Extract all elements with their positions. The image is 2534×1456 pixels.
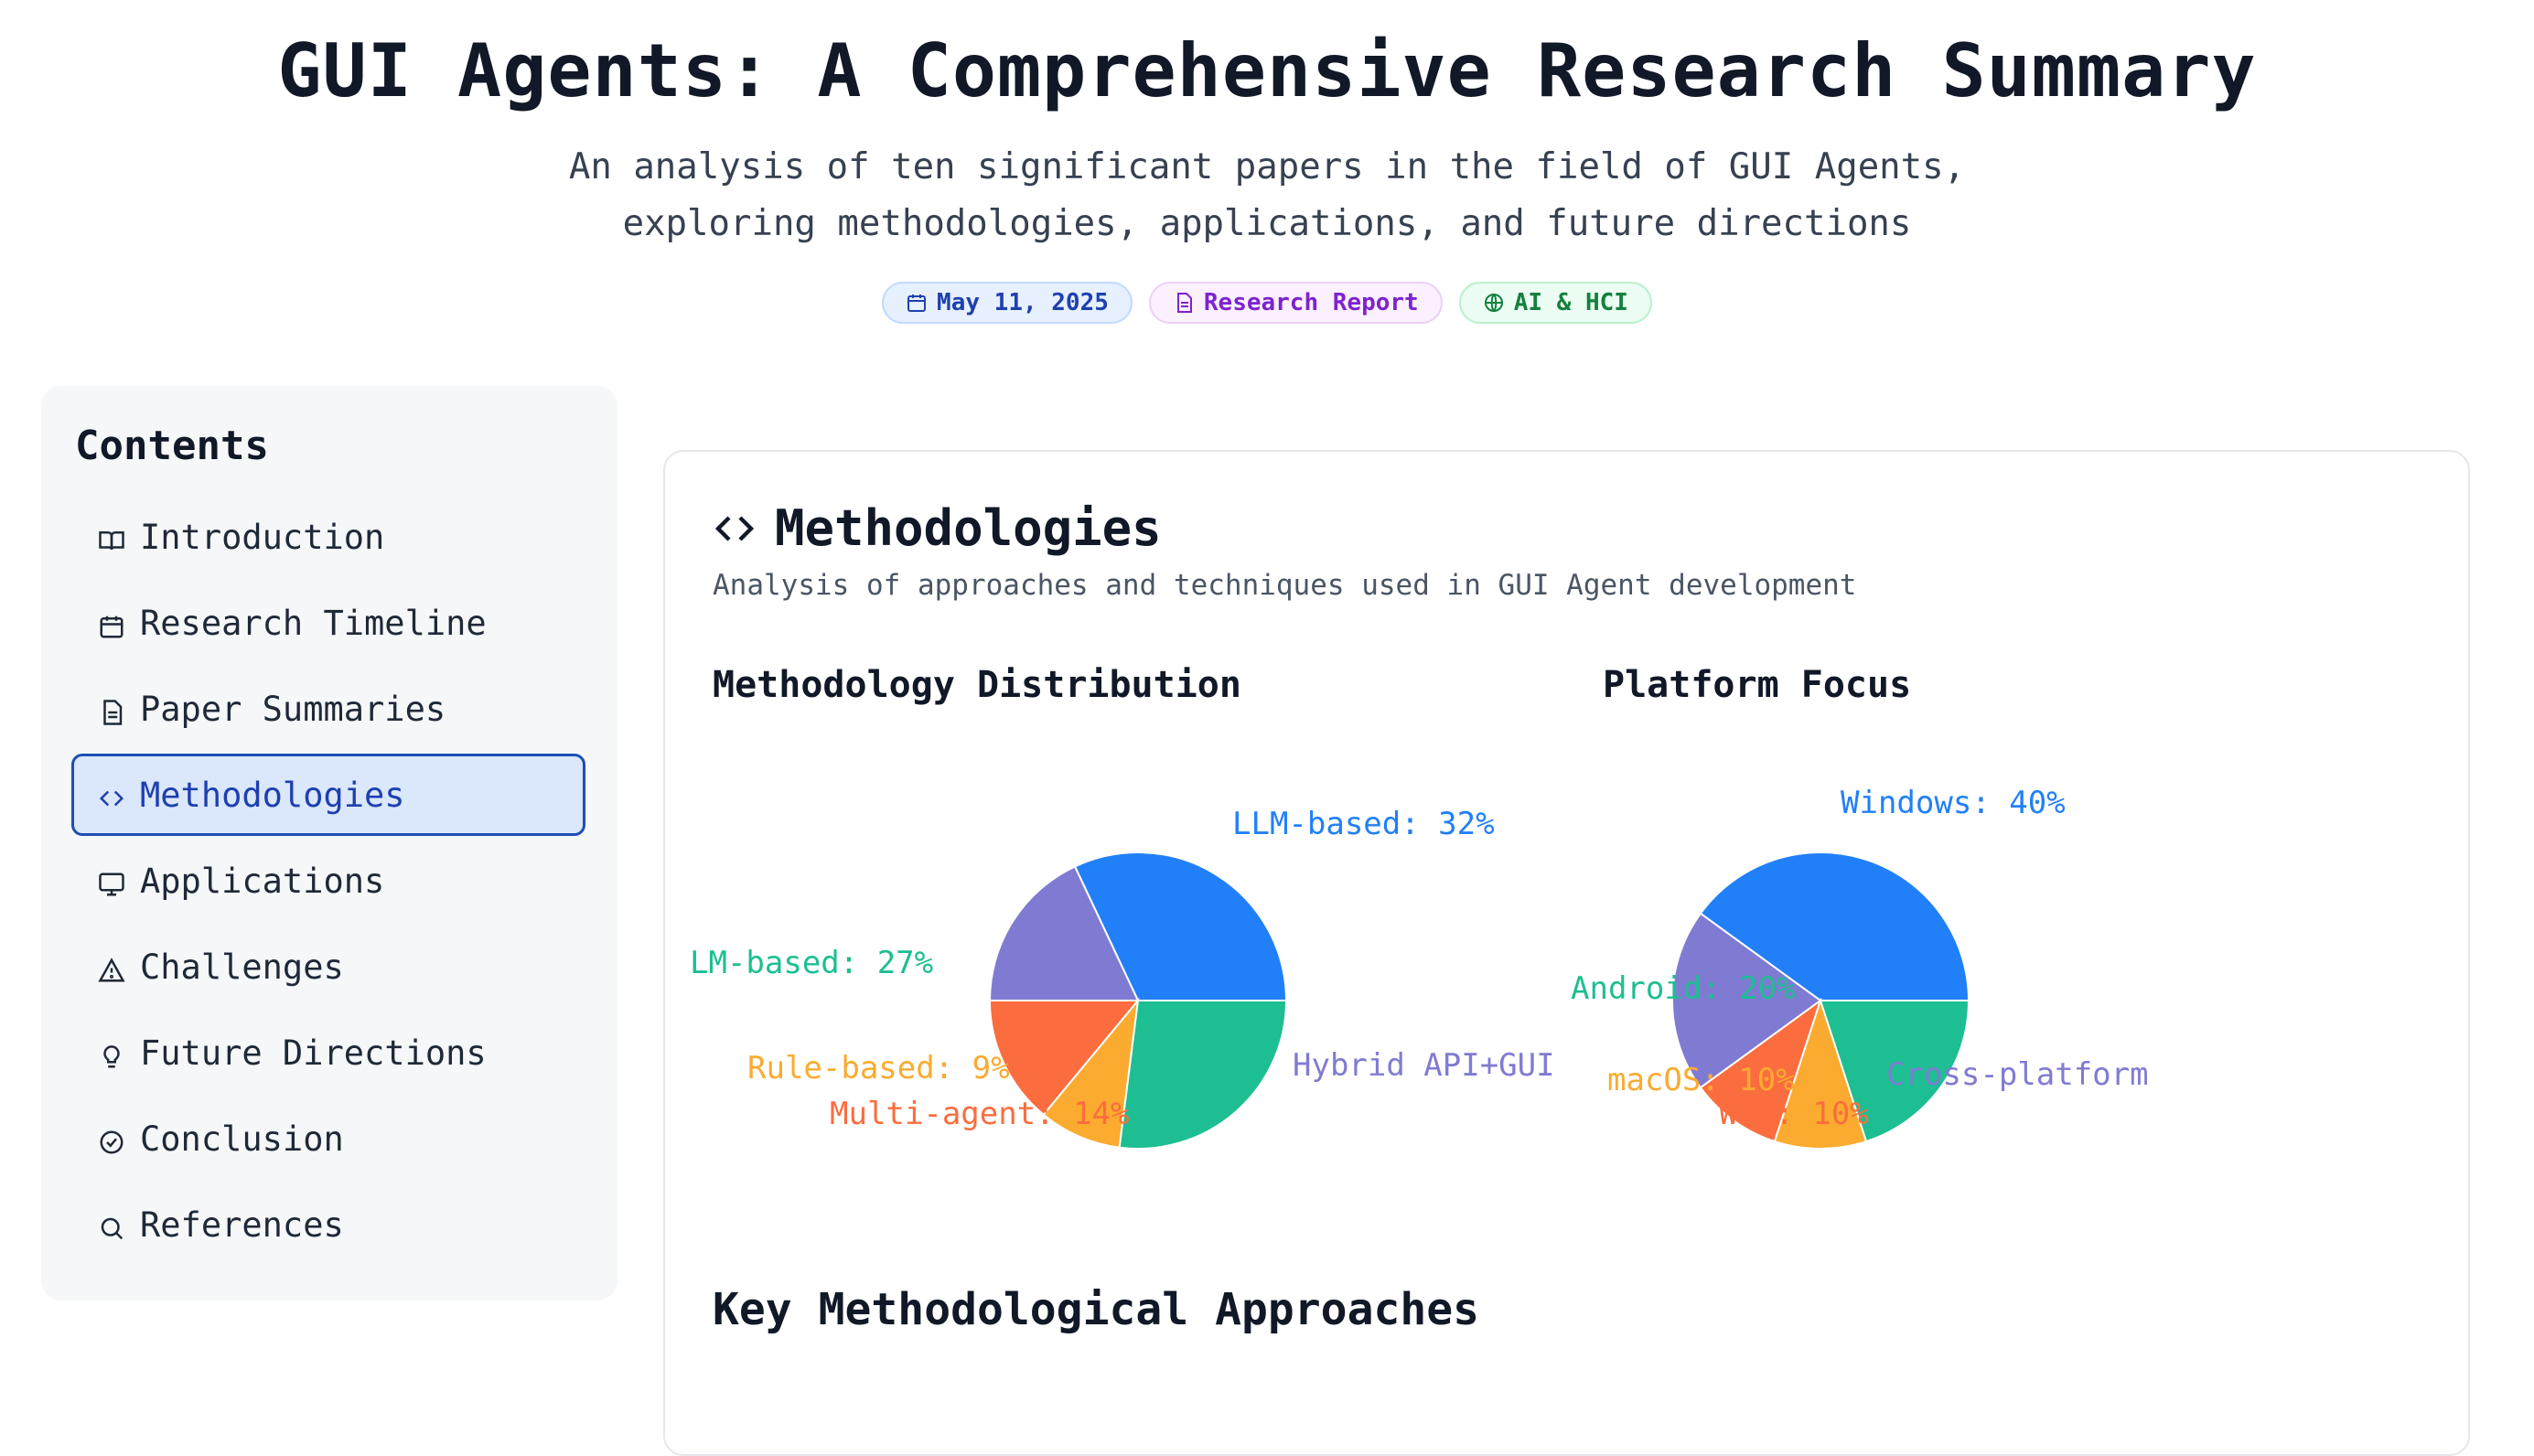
sidebar-item-research-timeline[interactable]: Research Timeline [71, 582, 585, 664]
subtitle-line-1: An analysis of ten significant papers in… [568, 146, 1966, 187]
sidebar-item-introduction[interactable]: Introduction [71, 496, 585, 578]
pie-label: macOS: 10% [1607, 1062, 1795, 1098]
pie-label: Hybrid API+GUI [1293, 1047, 1555, 1084]
sidebar-item-paper-summaries[interactable]: Paper Summaries [71, 668, 585, 750]
type-badge: Research Report [1148, 282, 1443, 324]
pie-slice [1118, 1000, 1288, 1150]
platform-pie-chart: Windows: 40% Cross-platform Web: 10%macOS:… [1571, 785, 2149, 1150]
sidebar-item-references[interactable]: References [71, 1183, 585, 1266]
pie-label: Rule-based: 9% [747, 1050, 1010, 1087]
section-header: Methodologies [713, 499, 1162, 557]
type-badge-label: Research Report [1203, 289, 1419, 316]
pie-label: Windows: 40% [1841, 785, 2066, 821]
sidebar-item-methodologies[interactable]: Methodologies [71, 754, 585, 836]
sidebar-item-label: Conclusion [140, 1119, 344, 1159]
methodologies-card: Methodologies Analysis of approaches and… [663, 450, 2470, 1456]
document-icon [1176, 293, 1192, 313]
sidebar-item-label: Introduction [140, 517, 385, 557]
document-icon [103, 700, 123, 725]
sidebar-item-future-directions[interactable]: Future Directions [71, 1012, 585, 1094]
badge-row: May 11, 2025 Research Report AI & HCI [0, 282, 2534, 324]
sidebar-item-label: Challenges [140, 947, 344, 987]
pie-label: LM-based: 27% [690, 945, 933, 981]
sidebar-item-label: Applications [140, 861, 385, 901]
topic-badge: AI & HCI [1458, 282, 1652, 324]
globe-icon [1484, 293, 1503, 313]
sidebar-item-conclusion[interactable]: Conclusion [71, 1097, 585, 1180]
date-badge: May 11, 2025 [882, 282, 1133, 324]
methodology-pie-chart: LLM-based: 32% Hybrid API+GUI Multi-agent:… [690, 806, 1555, 1150]
key-approaches-heading: Key Methodological Approaches [713, 1284, 1480, 1335]
topic-badge-label: AI & HCI [1513, 289, 1628, 316]
code-icon [714, 515, 755, 541]
sidebar-item-challenges[interactable]: Challenges [71, 926, 585, 1008]
sidebar-item-applications[interactable]: Applications [71, 840, 585, 922]
pie-label: LLM-based: 32% [1232, 806, 1495, 842]
section-description: Analysis of approaches and techniques us… [713, 569, 1857, 602]
sidebar-nav: Introduction Research Timeline Paper Sum… [71, 496, 585, 1269]
lightbulb-icon [103, 1045, 120, 1068]
section-title: Methodologies [775, 499, 1162, 557]
sidebar-item-label: Research Timeline [140, 603, 487, 643]
code-icon [99, 790, 124, 807]
sidebar-item-label: Paper Summaries [140, 689, 446, 729]
page-title: GUI Agents: A Comprehensive Research Sum… [277, 28, 2257, 113]
page-subtitle: An analysis of ten significant papers in… [535, 139, 1999, 252]
contents-sidebar: Contents Introduction Research Timeline … [41, 386, 617, 1301]
book-icon [99, 531, 124, 551]
sidebar-item-label: Future Directions [140, 1033, 487, 1073]
calendar-icon [907, 294, 927, 312]
check-circle-icon [100, 1130, 123, 1154]
monitor-icon [99, 873, 124, 896]
pie-label: Cross-platform [1886, 1056, 2149, 1093]
pie-label: Web: 10% [1719, 1096, 1869, 1132]
sidebar-title: Contents [75, 423, 269, 469]
calendar-icon [100, 616, 123, 638]
sidebar-item-label: References [140, 1204, 344, 1245]
methodology-chart-title: Methodology Distribution [713, 664, 1241, 706]
subtitle-line-2: exploring methodologies, applications, a… [622, 203, 1912, 244]
pie-label: Multi-agent: 14% [830, 1096, 1130, 1132]
sidebar-item-label: Methodologies [140, 775, 405, 815]
pie-label: Android: 20% [1571, 970, 1796, 1007]
date-badge-label: May 11, 2025 [937, 289, 1109, 316]
warning-icon [98, 958, 125, 982]
search-icon [101, 1217, 123, 1240]
platform-chart-title: Platform Focus [1603, 664, 1912, 706]
